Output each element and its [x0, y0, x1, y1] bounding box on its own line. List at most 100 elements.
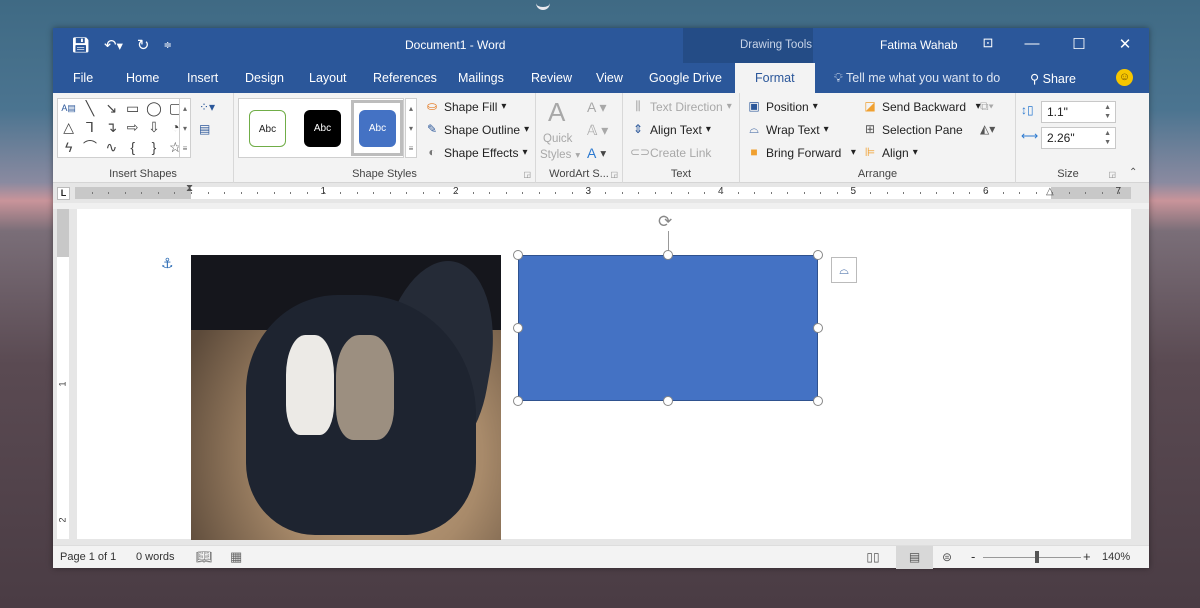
text-outline-icon: 𝔸 ▾	[587, 122, 609, 138]
tab-file[interactable]: File	[73, 71, 93, 85]
tab-insert[interactable]: Insert	[187, 71, 218, 85]
customize-qat-icon[interactable]: ≑	[163, 40, 171, 51]
zoom-level[interactable]: 140%	[1102, 551, 1130, 563]
shape-gallery-item[interactable]: △	[58, 118, 79, 137]
tab-home[interactable]: Home	[126, 71, 159, 85]
resize-handle-bl[interactable]	[513, 396, 523, 406]
undo-icon[interactable]: ↶▾	[104, 36, 123, 54]
shape-gallery-item[interactable]: ⇩	[143, 118, 164, 137]
size-launcher-icon[interactable]: ◲	[1108, 170, 1116, 179]
resize-handle-tr[interactable]	[813, 250, 823, 260]
shape-width-input[interactable]: 2.26" ▲ ▼	[1041, 127, 1116, 149]
shape-gallery-item[interactable]: ⅂	[79, 118, 100, 137]
shape-gallery-item[interactable]: ⇨	[122, 118, 143, 137]
ruler-tick	[406, 192, 408, 194]
edit-shape-icon[interactable]: ⁘▾	[199, 100, 215, 114]
resize-handle-r[interactable]	[813, 323, 823, 333]
shape-styles-gallery: Abc Abc Abc	[238, 98, 404, 158]
ruler-tick	[522, 192, 524, 194]
shape-styles-launcher-icon[interactable]: ◲	[523, 170, 531, 179]
quick-styles-button[interactable]: Styles ▾	[540, 149, 580, 161]
ribbon-display-options-button[interactable]: ⊡	[976, 35, 1000, 51]
send-backward-button[interactable]: ◪ Send Backward ▾	[862, 99, 980, 114]
tab-layout[interactable]: Layout	[309, 71, 347, 85]
shape-gallery-item[interactable]: ∿	[101, 138, 122, 157]
align-button[interactable]: ⊫ Align ▾	[862, 145, 918, 160]
wordart-launcher-icon[interactable]: ◲	[610, 170, 618, 179]
shape-gallery-item[interactable]: A▤	[58, 99, 79, 118]
shape-gallery-item[interactable]: ↘	[101, 99, 122, 118]
shape-styles-label: Shape Styles	[352, 168, 417, 180]
shape-gallery-item[interactable]: {	[122, 138, 143, 157]
zoom-out-button[interactable]: -	[971, 549, 975, 564]
shape-height-input[interactable]: 1.1" ▲ ▼	[1041, 101, 1116, 123]
collapse-ribbon-icon[interactable]: ⌃	[1129, 167, 1137, 178]
shape-gallery-item[interactable]: ⌒	[79, 138, 100, 157]
web-layout-icon[interactable]: ⊜	[933, 546, 961, 569]
bring-forward-button[interactable]: ■ Bring Forward ▾	[746, 145, 856, 160]
zoom-slider-thumb[interactable]	[1035, 551, 1039, 563]
shape-gallery-item[interactable]: ◯	[143, 99, 164, 118]
style-swatch-outline[interactable]: Abc	[249, 110, 286, 147]
wrap-text-button[interactable]: ⌓ Wrap Text ▾	[746, 122, 828, 137]
shape-gallery-item[interactable]: ╲	[79, 99, 100, 118]
tab-selector[interactable]: L	[57, 187, 70, 200]
page-count[interactable]: Page 1 of 1	[60, 551, 116, 563]
zoom-in-button[interactable]: +	[1083, 549, 1091, 564]
redo-icon[interactable]: ↻	[137, 36, 150, 54]
resize-handle-l[interactable]	[513, 323, 523, 333]
tab-mailings[interactable]: Mailings	[458, 71, 504, 85]
tab-references[interactable]: References	[373, 71, 437, 85]
word-count[interactable]: 0 words	[136, 551, 175, 563]
shape-outline-button[interactable]: ✎ Shape Outline ▾	[424, 122, 529, 137]
tab-google-drive[interactable]: Google Drive	[649, 71, 722, 85]
tab-view[interactable]: View	[596, 71, 623, 85]
tell-me-search[interactable]: 💡︎ Tell me what you want to do	[834, 71, 1000, 86]
layout-options-icon[interactable]: ⌓	[831, 257, 857, 283]
shape-gallery-item[interactable]: }	[143, 138, 164, 157]
share-button[interactable]: ⚲ Share	[1030, 71, 1076, 86]
resize-handle-tl[interactable]	[513, 250, 523, 260]
ruler-tick	[870, 192, 872, 194]
maximize-button[interactable]: ☐	[1067, 35, 1091, 53]
resize-handle-t[interactable]	[663, 250, 673, 260]
macro-icon[interactable]: ▦	[230, 549, 242, 565]
text-effects-icon[interactable]: A ▾	[587, 145, 606, 161]
minimize-button[interactable]: —	[1020, 35, 1044, 52]
align-text-button[interactable]: ⇕ Align Text ▾	[630, 122, 711, 137]
shape-gallery-item[interactable]: ↴	[101, 118, 122, 137]
styles-gallery-scroll[interactable]: ▴ ▾ ≡	[405, 98, 417, 158]
resize-handle-br[interactable]	[813, 396, 823, 406]
style-swatch-blue[interactable]: Abc	[359, 110, 396, 147]
close-button[interactable]: ✕	[1113, 35, 1137, 53]
cats-photo[interactable]	[191, 255, 501, 540]
resize-handle-b[interactable]	[663, 396, 673, 406]
page[interactable]: ⚓︎ ⟳ ⌓	[77, 209, 1131, 540]
group-icon: ⧉▾	[980, 99, 994, 113]
shape-gallery-item[interactable]: ▭	[122, 99, 143, 118]
shapes-gallery-scroll[interactable]: ▴ ▾ ≡	[179, 98, 191, 158]
height-spinner[interactable]: ▲ ▼	[1104, 103, 1111, 121]
proofing-icon[interactable]: 📖︎	[196, 549, 213, 565]
position-button[interactable]: ▣ Position ▾	[746, 99, 817, 114]
user-name[interactable]: Fatima Wahab	[880, 38, 958, 52]
blue-rectangle-shape[interactable]	[518, 255, 818, 401]
read-mode-icon[interactable]: ▯▯	[859, 546, 887, 569]
shape-gallery-item[interactable]: ϟ	[58, 138, 79, 157]
print-layout-icon[interactable]: ▤	[896, 546, 933, 569]
selection-pane-button[interactable]: ⊞ Selection Pane	[862, 122, 963, 137]
anchor-icon: ⚓︎	[161, 255, 174, 271]
zoom-slider[interactable]	[983, 557, 1081, 558]
text-box-icon[interactable]: ▤	[199, 122, 210, 136]
tab-design[interactable]: Design	[245, 71, 284, 85]
rotate-handle-icon[interactable]: ⟳	[658, 212, 672, 232]
tab-format[interactable]: Format	[735, 63, 815, 93]
shape-fill-button[interactable]: ⛀ Shape Fill ▾	[424, 99, 506, 114]
rotate-icon[interactable]: ◭▾	[980, 122, 995, 136]
save-icon[interactable]: 💾︎	[71, 36, 90, 54]
shape-effects-button[interactable]: ◐ Shape Effects ▾	[424, 145, 527, 160]
smiley-feedback-icon[interactable]: ☺	[1116, 69, 1133, 86]
tab-review[interactable]: Review	[531, 71, 572, 85]
width-spinner[interactable]: ▲ ▼	[1104, 129, 1111, 147]
style-swatch-black[interactable]: Abc	[304, 110, 341, 147]
